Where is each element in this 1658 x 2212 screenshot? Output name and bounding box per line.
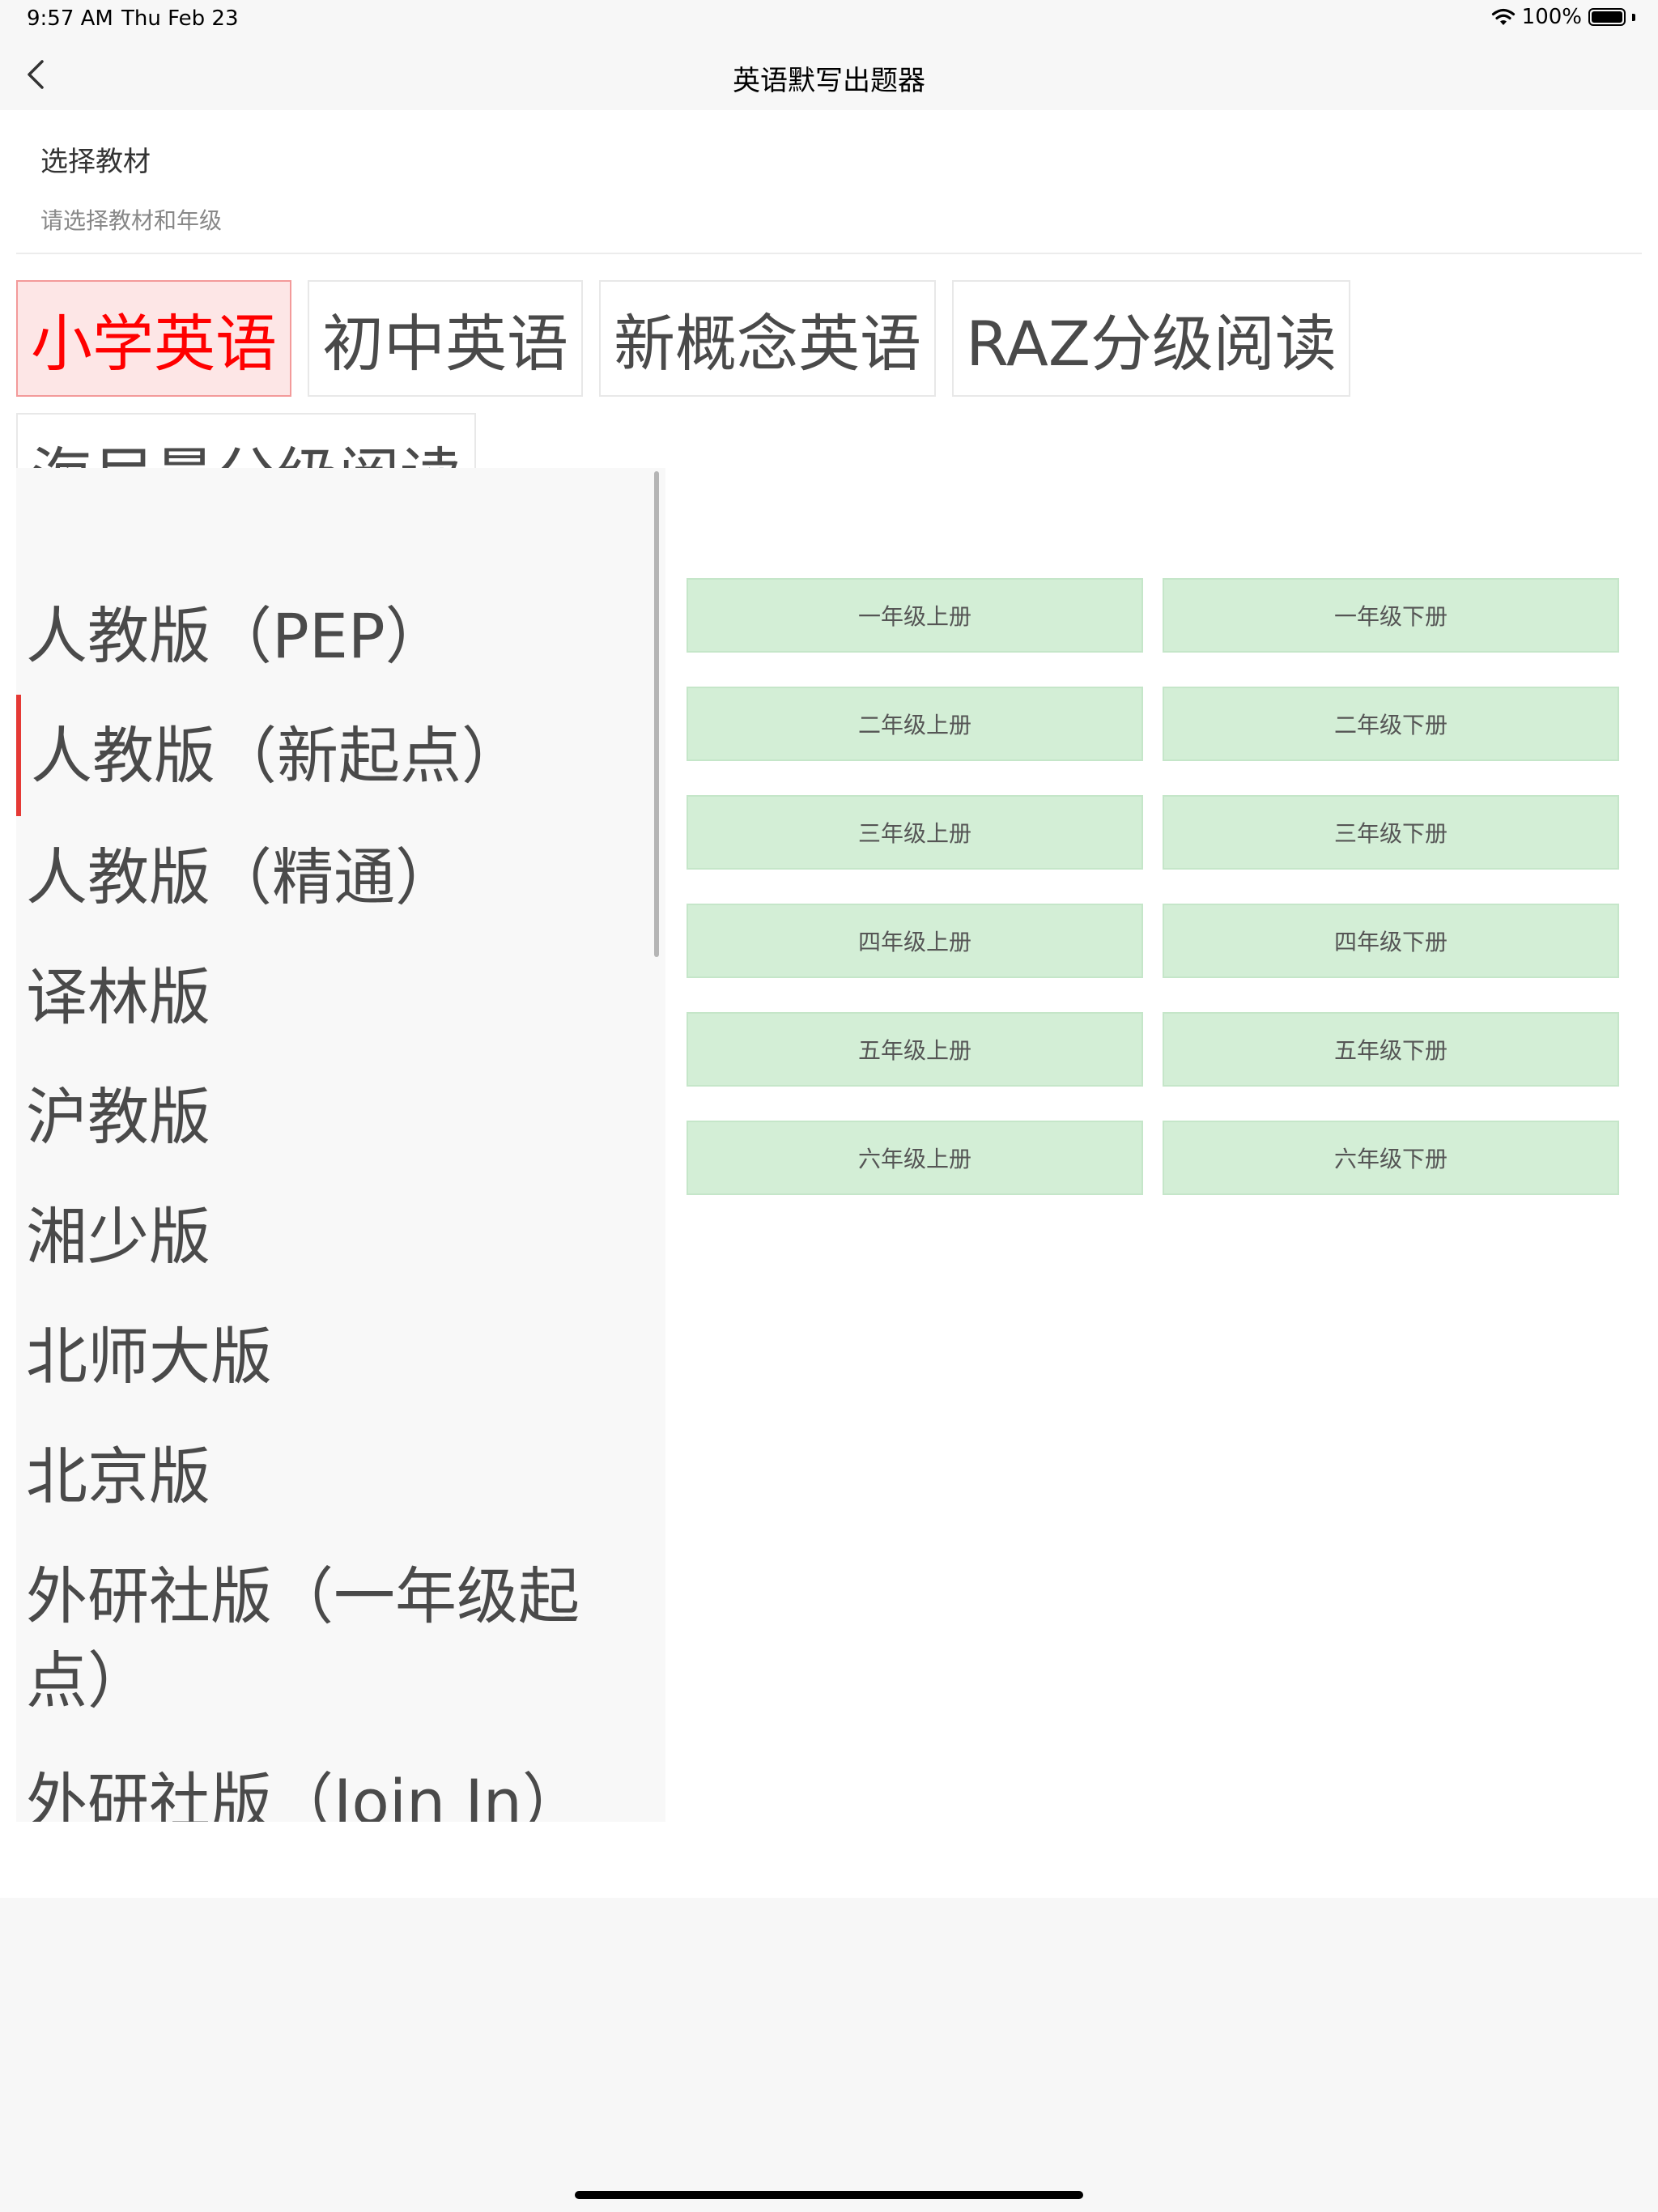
home-indicator [575, 2191, 1083, 2199]
divider [16, 253, 1642, 254]
status-time: 9:57 AM [27, 6, 113, 31]
publisher-item-hujiao[interactable]: 沪教版 [26, 1075, 625, 1159]
publisher-item-xiangshao[interactable]: 湘少版 [26, 1195, 625, 1279]
category-tab-primary-english[interactable]: 小学英语 [16, 280, 291, 397]
publisher-item-fltrp-grade1[interactable]: 外研社版（一年级起 [26, 1555, 625, 1639]
battery-percent: 100% [1521, 5, 1582, 29]
status-bar: 9:57 AM Thu Feb 23 100% [0, 0, 1658, 39]
wifi-icon [1491, 8, 1515, 25]
battery-tip [1632, 13, 1635, 21]
grade-button-1-upper[interactable]: 一年级上册 [687, 578, 1143, 653]
page-title: 英语默写出题器 [733, 65, 925, 97]
grade-button-2-upper[interactable]: 二年级上册 [687, 687, 1143, 761]
publisher-item-bnu[interactable]: 北师大版 [26, 1315, 625, 1399]
publisher-item-new-starting-point[interactable]: 人教版（新起点） [16, 714, 630, 798]
publisher-list[interactable]: 人教版（PEP） 人教版（新起点） 人教版（精通） 译林版 沪教版 湘少版 北师… [16, 468, 665, 1822]
grade-button-1-lower[interactable]: 一年级下册 [1163, 578, 1619, 653]
publisher-item-fltrp-grade1-cont[interactable]: 点） [26, 1639, 625, 1723]
grade-button-6-lower[interactable]: 六年级下册 [1163, 1121, 1619, 1195]
battery-icon [1588, 8, 1626, 26]
grade-button-3-upper[interactable]: 三年级上册 [687, 795, 1143, 870]
status-indicators: 100% [1491, 5, 1635, 29]
grade-button-6-upper[interactable]: 六年级上册 [687, 1121, 1143, 1195]
scrollbar[interactable] [654, 471, 659, 957]
publisher-item-yilin[interactable]: 译林版 [26, 955, 625, 1040]
category-tab-middle-school-english[interactable]: 初中英语 [308, 280, 583, 397]
status-date: Thu Feb 23 [121, 6, 239, 31]
grade-button-4-lower[interactable]: 四年级下册 [1163, 904, 1619, 978]
category-tab-raz-reading[interactable]: RAZ分级阅读 [952, 280, 1350, 397]
publisher-item-beijing[interactable]: 北京版 [26, 1435, 625, 1519]
nav-bar: 英语默写出题器 [0, 39, 1658, 110]
section-title: 选择教材 [40, 146, 151, 178]
section-subtitle: 请选择教材和年级 [40, 207, 223, 234]
publisher-item-pep[interactable]: 人教版（PEP） [26, 594, 625, 678]
grade-button-5-upper[interactable]: 五年级上册 [687, 1012, 1143, 1087]
section-header: 选择教材 请选择教材和年级 [40, 139, 222, 236]
grade-button-4-upper[interactable]: 四年级上册 [687, 904, 1143, 978]
grade-button-5-lower[interactable]: 五年级下册 [1163, 1012, 1619, 1087]
grade-button-2-lower[interactable]: 二年级下册 [1163, 687, 1619, 761]
grade-button-3-lower[interactable]: 三年级下册 [1163, 795, 1619, 870]
category-tab-new-concept-english[interactable]: 新概念英语 [599, 280, 936, 397]
publisher-item-fltrp-join-in[interactable]: 外研社版（Join In） [26, 1760, 625, 1822]
publisher-item-jingtong[interactable]: 人教版（精通） [26, 836, 625, 920]
